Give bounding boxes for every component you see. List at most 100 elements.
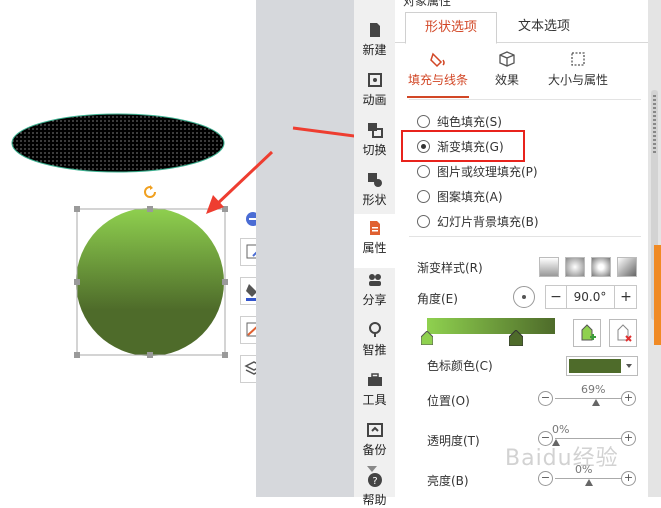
resize-handle[interactable] xyxy=(74,352,80,358)
properties-panel: 对象属性 形状选项 文本选项 填充与线条 效果 大小与属性 纯色填充(S) 渐变… xyxy=(395,0,648,497)
workspace-gutter xyxy=(256,0,354,497)
add-gradient-stop-button[interactable] xyxy=(573,319,601,347)
radio-button[interactable] xyxy=(417,115,430,128)
task-properties[interactable]: 属性 xyxy=(354,214,395,268)
transparency-slider-track[interactable] xyxy=(555,438,623,439)
animation-icon xyxy=(367,73,382,87)
slide-canvas[interactable] xyxy=(0,0,256,497)
fill-line-icon xyxy=(430,52,445,68)
task-help[interactable]: ? 帮助 xyxy=(354,472,395,508)
radio-button[interactable] xyxy=(417,190,430,203)
tab-text-options[interactable]: 文本选项 xyxy=(499,12,589,42)
shapes-icon xyxy=(367,173,382,187)
subtab-size-properties[interactable]: 大小与属性 xyxy=(545,50,611,88)
task-animation[interactable]: 动画 xyxy=(354,72,395,108)
brightness-slider-thumb[interactable] xyxy=(585,479,593,486)
backup-icon xyxy=(366,423,383,437)
angle-label: 角度(E) xyxy=(417,292,458,306)
resize-handle[interactable] xyxy=(222,279,228,285)
grip-dots xyxy=(653,95,656,155)
remove-stop-icon xyxy=(617,324,632,342)
angle-dial[interactable] xyxy=(513,286,535,308)
task-smart-push[interactable]: 智推 xyxy=(354,322,395,358)
gradient-stop-start[interactable] xyxy=(421,331,433,345)
remove-gradient-stop-button[interactable] xyxy=(609,319,637,347)
brightness-increment-button[interactable]: + xyxy=(621,471,636,486)
size-properties-icon xyxy=(571,52,585,66)
toolbox-icon xyxy=(367,373,382,386)
new-file-icon xyxy=(369,23,380,37)
stop-color-swatch xyxy=(569,359,621,373)
rectangular-gradient-style-button[interactable] xyxy=(591,257,611,277)
option-slide-background-fill[interactable]: 幻灯片背景填充(B) xyxy=(417,213,539,230)
add-stop-icon xyxy=(581,324,596,341)
active-subtab-indicator xyxy=(407,96,469,98)
share-icon xyxy=(368,274,381,286)
option-pattern-fill[interactable]: 图案填充(A) xyxy=(417,188,503,205)
path-gradient-style-button[interactable] xyxy=(617,257,637,277)
task-transition[interactable]: 切换 xyxy=(354,122,395,158)
chevron-down-icon xyxy=(626,364,632,368)
rotate-handle-icon[interactable] xyxy=(143,185,157,199)
scroll-down-icon[interactable] xyxy=(367,466,377,472)
angle-decrement-button[interactable]: − xyxy=(546,286,567,308)
option-picture-fill[interactable]: 图片或纹理填充(P) xyxy=(417,163,538,180)
svg-text:?: ? xyxy=(372,476,377,487)
gradient-stop-selected[interactable] xyxy=(509,330,523,346)
slide-shapes xyxy=(11,113,226,356)
resize-handle[interactable] xyxy=(222,352,228,358)
brightness-label: 亮度(B) xyxy=(427,474,469,488)
radio-button[interactable] xyxy=(417,165,430,178)
task-pane-bar: 新建 动画 切换 形状 属性 分享 智推 工具 备份 ? 帮助 xyxy=(354,0,396,507)
panel-resize-tab[interactable] xyxy=(654,245,661,345)
angle-spinbox: − 90.0° + xyxy=(545,285,637,309)
transparency-label: 透明度(T) xyxy=(427,434,480,448)
subtab-effects[interactable]: 效果 xyxy=(487,50,527,88)
panel-tabs: 形状选项 文本选项 xyxy=(395,12,648,44)
resize-handle[interactable] xyxy=(74,206,80,212)
position-slider-track[interactable] xyxy=(555,398,623,399)
position-value: 69% xyxy=(581,383,606,396)
position-increment-button[interactable]: + xyxy=(621,391,636,406)
highlight-box xyxy=(401,130,525,162)
option-solid-fill[interactable]: 纯色填充(S) xyxy=(417,113,502,130)
angle-value[interactable]: 90.0° xyxy=(567,286,613,308)
dotted-ellipse-shape[interactable] xyxy=(11,113,225,173)
gradient-circle-shape[interactable] xyxy=(76,208,224,356)
position-label: 位置(O) xyxy=(427,394,470,408)
radio-button[interactable] xyxy=(417,215,430,228)
watermark: Baidu经验 xyxy=(505,446,619,471)
stop-color-picker[interactable] xyxy=(566,356,638,376)
task-tools[interactable]: 工具 xyxy=(354,372,395,408)
task-backup[interactable]: 备份 xyxy=(354,422,395,458)
angle-increment-button[interactable]: + xyxy=(614,286,637,308)
divider xyxy=(409,99,641,100)
gradient-style-label: 渐变样式(R) xyxy=(417,261,483,275)
radial-gradient-style-button[interactable] xyxy=(565,257,585,277)
resize-handle[interactable] xyxy=(147,206,153,212)
stop-color-label: 色标颜色(C) xyxy=(427,359,493,373)
angle-dial-dot xyxy=(522,295,526,299)
resize-handle[interactable] xyxy=(147,352,153,358)
task-share[interactable]: 分享 xyxy=(354,272,395,308)
resize-handle[interactable] xyxy=(74,279,80,285)
effects-cube-icon xyxy=(499,51,515,67)
subtab-fill-line[interactable]: 填充与线条 xyxy=(405,50,471,88)
tab-shape-options[interactable]: 形状选项 xyxy=(405,12,497,44)
task-new[interactable]: 新建 xyxy=(354,22,395,58)
gradient-bar[interactable] xyxy=(427,318,555,334)
panel-title: 对象属性 xyxy=(403,0,452,8)
brightness-decrement-button[interactable]: − xyxy=(538,471,553,486)
divider xyxy=(409,236,641,237)
position-slider-thumb[interactable] xyxy=(592,399,600,406)
task-shapes[interactable]: 形状 xyxy=(354,172,395,208)
linear-gradient-style-button[interactable] xyxy=(539,257,559,277)
resize-handle[interactable] xyxy=(222,206,228,212)
help-icon: ? xyxy=(367,473,382,487)
smart-push-icon xyxy=(368,322,381,337)
properties-icon xyxy=(369,221,380,235)
transparency-increment-button[interactable]: + xyxy=(621,431,636,446)
panel-scrollbar[interactable] xyxy=(648,0,661,497)
position-decrement-button[interactable]: − xyxy=(538,391,553,406)
transition-icon xyxy=(367,123,383,138)
